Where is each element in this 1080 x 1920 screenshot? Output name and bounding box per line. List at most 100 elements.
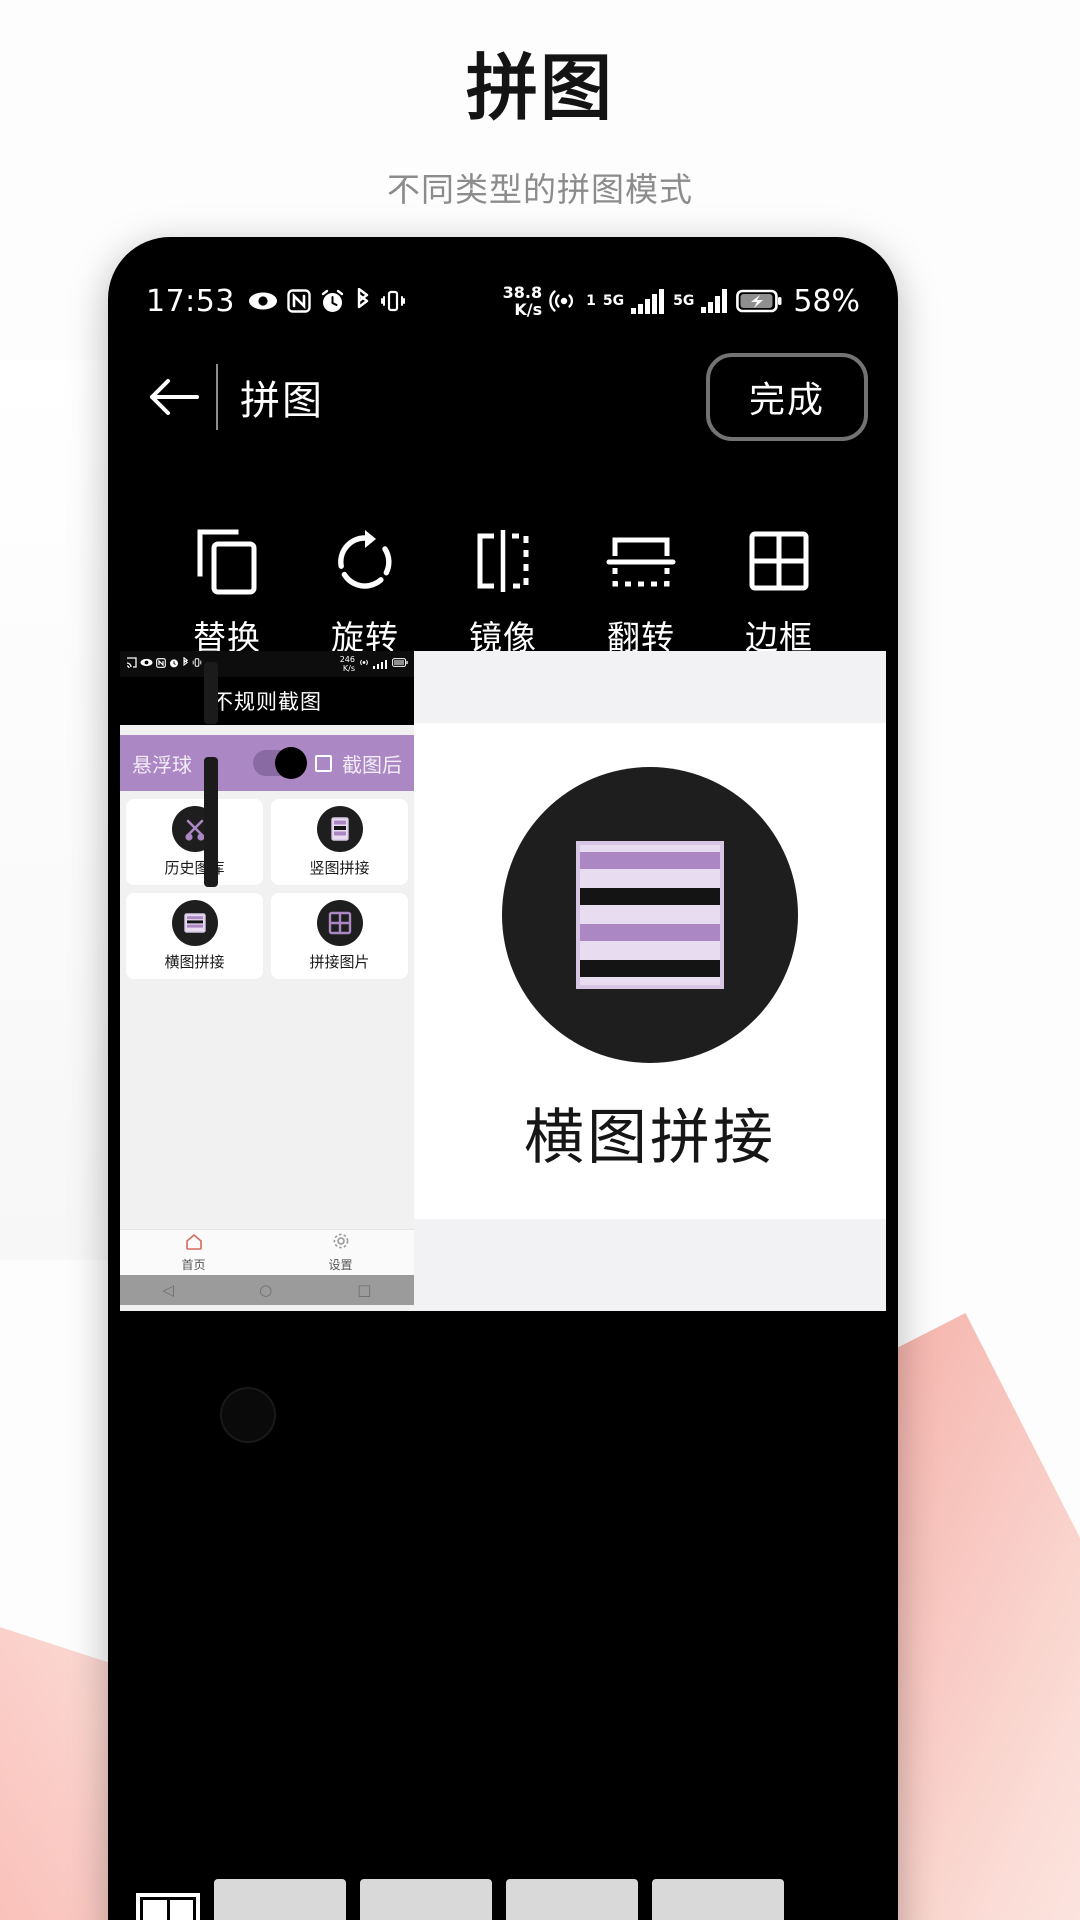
horizontal-stitch-icon <box>502 766 798 1063</box>
status-bar-right: 38.8 K/s 1 5G 5G 58% <box>503 284 860 319</box>
thumbnail-item[interactable] <box>506 1879 638 1920</box>
status-bar-left: 17:53 <box>146 284 405 319</box>
mini-eye-icon <box>140 658 153 670</box>
arrow-left-icon[interactable] <box>138 361 210 433</box>
mini-card-vertical-stitch[interactable]: 竖图拼接 <box>271 799 408 885</box>
app-bar: 拼图 完成 <box>120 341 886 453</box>
mini-card-label: 拼接图片 <box>309 953 370 971</box>
flip-vertical-icon <box>605 521 677 601</box>
mini-feature-grid: 历史图库 竖图拼接 横图拼接 拼接图片 <box>120 791 414 979</box>
network-type-1: 5G <box>602 293 625 309</box>
appbar-divider <box>216 364 218 430</box>
mini-nav-label: 设置 <box>328 1258 353 1272</box>
collage-image-left[interactable]: 246 K/s 不规则截图 悬浮球 截图后 历史图库 竖图拼接 横图拼接 拼接图… <box>120 651 414 1311</box>
tool-border[interactable]: 边框 <box>720 521 838 659</box>
vibrate-icon <box>380 288 405 314</box>
right-shot-top-band <box>414 651 886 723</box>
signal-bars-1-icon <box>631 288 666 314</box>
thumbnail-item[interactable] <box>360 1879 492 1920</box>
mini-empty-area <box>120 979 414 1229</box>
network-type-2: 5G <box>673 293 695 309</box>
mini-hotspot-icon <box>358 657 370 671</box>
bluetooth-icon <box>354 288 372 314</box>
battery-percent: 58% <box>793 283 860 319</box>
nfc-icon <box>287 289 311 313</box>
status-clock: 17:53 <box>146 283 235 319</box>
mini-network-speed: 246 K/s <box>339 655 355 673</box>
phone-screen: 17:53 38.8 K/s 1 5G 5G 58% 拼图 完成 替换 旋转 镜… <box>120 249 886 1920</box>
decor-left-gradient <box>0 360 120 1260</box>
status-bar: 17:53 38.8 K/s 1 5G 5G 58% <box>120 279 886 323</box>
mini-alarm-icon <box>169 658 179 671</box>
grid-stitch-icon <box>316 900 363 946</box>
mini-card-stitch-images[interactable]: 拼接图片 <box>271 893 408 979</box>
mirror-horizontal-icon <box>470 521 536 601</box>
vertical-stitch-icon <box>316 806 363 852</box>
mini-app-title: 不规则截图 <box>120 677 414 725</box>
horizontal-stitch-icon <box>171 900 218 946</box>
right-shot-bottom-band <box>414 1219 886 1311</box>
mini-cast-icon <box>126 657 137 671</box>
collage-image-right[interactable]: 横图拼接 <box>414 651 886 1311</box>
network-speed-value: 38.8 <box>502 283 543 302</box>
app-bar-title: 拼图 <box>240 378 324 424</box>
grid-border-icon <box>746 521 812 601</box>
sysnav-home-icon: ○ <box>259 1281 273 1299</box>
after-screenshot-checkbox[interactable] <box>315 754 332 772</box>
mini-nav-label: 首页 <box>181 1257 206 1272</box>
rotate-cw-icon <box>332 521 398 601</box>
battery-charging-icon <box>736 288 782 314</box>
mini-spacer <box>120 725 414 735</box>
phone-fingerprint-dot <box>220 1387 276 1443</box>
mini-card-label: 竖图拼接 <box>309 859 370 877</box>
network-speed: 38.8 K/s <box>503 284 542 318</box>
grid-border-icon[interactable] <box>136 1893 200 1920</box>
thumbnail-item[interactable] <box>214 1879 346 1920</box>
mini-card-horizontal-stitch[interactable]: 横图拼接 <box>126 893 263 979</box>
stripes-graphic <box>576 840 724 989</box>
hotspot-icon <box>549 288 579 314</box>
mini-vibrate-icon <box>192 657 202 671</box>
thumbnail-strip[interactable] <box>120 1865 886 1920</box>
done-button[interactable]: 完成 <box>706 353 868 441</box>
home-icon <box>185 1233 203 1254</box>
tool-mirror[interactable]: 镜像 <box>444 521 562 659</box>
tool-flip[interactable]: 翻转 <box>582 521 700 659</box>
floating-ball-label: 悬浮球 <box>132 752 192 777</box>
after-screenshot-label: 截图后 <box>342 752 402 777</box>
page-subtitle: 不同类型的拼图模式 <box>387 170 693 209</box>
signal-bars-2-icon <box>701 289 729 313</box>
page-root: 拼图 不同类型的拼图模式 17:53 38.8 K/s 1 5G 5G 58% … <box>0 0 1080 1920</box>
phone-mockup: 17:53 38.8 K/s 1 5G 5G 58% 拼图 完成 替换 旋转 镜… <box>108 237 898 1920</box>
mini-battery-icon <box>392 658 408 670</box>
right-shot-label: 横图拼接 <box>524 1102 776 1173</box>
mini-signal-bars-icon <box>373 659 389 669</box>
sim1-index-label: 1 <box>586 293 596 309</box>
thumbnail-item[interactable] <box>652 1879 784 1920</box>
mini-status-bar: 246 K/s <box>120 651 414 677</box>
floating-ball-toggle[interactable] <box>253 747 307 779</box>
tool-rotate[interactable]: 旋转 <box>306 521 424 659</box>
gear-icon <box>332 1232 350 1254</box>
mini-nav-settings[interactable]: 设置 <box>267 1232 414 1273</box>
mini-nfc-icon <box>156 657 166 671</box>
mini-nav-home[interactable]: 首页 <box>120 1233 267 1273</box>
sysnav-recents-icon: □ <box>357 1281 372 1299</box>
collage-canvas[interactable]: 246 K/s 不规则截图 悬浮球 截图后 历史图库 竖图拼接 横图拼接 拼接图… <box>120 651 886 1311</box>
copy-replace-icon <box>194 521 260 601</box>
mini-system-nav: ◁ ○ □ <box>120 1275 414 1305</box>
right-shot-content: 横图拼接 <box>414 723 886 1219</box>
phone-side-button-top[interactable] <box>204 662 218 724</box>
mini-card-history-gallery[interactable]: 历史图库 <box>126 799 263 885</box>
mini-bottom-nav: 首页 设置 <box>120 1229 414 1275</box>
mini-bluetooth-icon <box>182 656 189 671</box>
phone-side-button-volume[interactable] <box>204 757 218 887</box>
floating-ball-row[interactable]: 悬浮球 截图后 <box>120 735 414 791</box>
tool-replace[interactable]: 替换 <box>168 521 286 659</box>
alarm-icon <box>320 289 345 314</box>
mini-card-label: 横图拼接 <box>164 953 225 971</box>
eye-icon <box>248 290 278 312</box>
sysnav-back-icon: ◁ <box>162 1281 175 1299</box>
network-speed-unit: K/s <box>514 300 543 319</box>
page-title: 拼图 <box>465 46 614 130</box>
